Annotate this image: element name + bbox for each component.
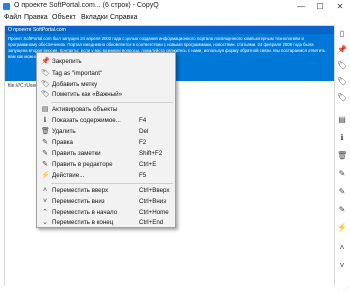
trash-icon[interactable]: 🗑: [337, 151, 347, 161]
double-chevron-up-icon: ⌃: [42, 209, 48, 216]
pen-icon[interactable]: ✎: [337, 205, 347, 215]
menu-item-action[interactable]: ⚡ Действие... F5: [37, 171, 175, 181]
minimize-button[interactable]: —: [294, 1, 308, 12]
menu-separator: [51, 102, 173, 103]
app-icon: [3, 3, 10, 10]
chevron-down-icon[interactable]: ˅: [337, 261, 347, 271]
menu-item-edit-notes[interactable]: ✎ Править заметки Shift+F2: [37, 149, 175, 159]
chevron-down-icon: ˅: [42, 198, 48, 205]
resize-grip-icon[interactable]: ⋰: [343, 287, 348, 293]
menu-bar: Файл Правка Объект Вкладки Справка: [0, 13, 350, 24]
tag-icon[interactable]: 🏷: [337, 61, 347, 71]
close-button[interactable]: ✕: [333, 1, 347, 12]
menu-item-edit-in-editor[interactable]: ✎ Править в редакторе Ctrl+E: [37, 160, 175, 170]
menu-item-move-top[interactable]: ⌃ Переместить в начало Ctrl+Home: [37, 208, 175, 218]
action-toolbar: ▯ 📌 🏷 🏷 🏷 ▤ ℹ 🗑 ✎ ✎ ✎ ⚡ ˄ ˅: [335, 25, 349, 287]
bolt-icon: ⚡: [41, 172, 50, 179]
tag-icon: 🏷: [41, 81, 50, 88]
menu-edit[interactable]: Правка: [24, 14, 48, 21]
pin-icon: 📌: [41, 58, 50, 65]
paste-icon[interactable]: ▤: [337, 115, 347, 125]
tag-icon[interactable]: 🏷: [337, 93, 347, 103]
tag-icon: 🏷: [41, 91, 50, 98]
pin-icon[interactable]: 📌: [337, 45, 347, 55]
edit-icon: ✎: [42, 139, 48, 146]
info-icon[interactable]: ℹ: [337, 133, 347, 143]
chevron-up-icon: ˄: [42, 187, 48, 194]
maximize-button[interactable]: ☐: [313, 1, 327, 12]
chevron-up-icon[interactable]: ˄: [337, 243, 347, 253]
list-item-title[interactable]: О проекте SoftPortal.com: [5, 26, 334, 34]
menu-help[interactable]: Справка: [110, 14, 137, 21]
menu-item-mark-important[interactable]: 🏷 Пометить как «Важный»: [37, 90, 175, 100]
menu-item-edit[interactable]: ✎ Правка F2: [37, 138, 175, 148]
menu-item-pin[interactable]: 📌 Закрепить: [37, 57, 175, 67]
menu-item[interactable]: Объект: [52, 14, 76, 21]
edit-icon[interactable]: ✎: [337, 169, 347, 179]
trash-icon: 🗑: [41, 128, 50, 135]
tag-icon[interactable]: 🏷: [337, 77, 347, 87]
menu-separator: [51, 183, 173, 184]
menu-item-show-content[interactable]: ℹ Показать содержимое... F4: [37, 116, 175, 126]
menu-item-add-tag[interactable]: 🏷 Добавить метку: [37, 80, 175, 90]
menu-tabs[interactable]: Вкладки: [81, 14, 108, 21]
double-chevron-down-icon: ⌄: [42, 219, 48, 226]
menu-item-tag-important[interactable]: 🏷 Tag as "important": [37, 69, 175, 79]
paste-icon: ▤: [41, 106, 49, 113]
file-icon[interactable]: ▯: [337, 29, 347, 39]
menu-file[interactable]: Файл: [4, 14, 21, 21]
menu-item-delete[interactable]: 🗑 Удалить Del: [37, 127, 175, 137]
status-bar: ⋰: [0, 286, 350, 294]
bolt-icon[interactable]: ⚡: [337, 223, 347, 233]
menu-item-move-down[interactable]: ˅ Переместить вниз Ctrl+Вниз: [37, 197, 175, 207]
menu-item-move-up[interactable]: ˄ Переместить вверх Ctrl+Вверх: [37, 186, 175, 196]
window-title: О проекте SoftPortal.com... (6 строк) - …: [14, 2, 159, 9]
menu-item-activate[interactable]: ▤ Активировать объекты: [37, 105, 175, 115]
title-bar: О проекте SoftPortal.com... (6 строк) - …: [0, 0, 350, 13]
context-menu: 📌 Закрепить 🏷 Tag as "important" 🏷 Добав…: [36, 52, 176, 228]
edit-icon[interactable]: ✎: [337, 187, 347, 197]
pen-icon: ✎: [42, 150, 48, 157]
edit-icon: ✎: [42, 161, 48, 168]
tag-icon: 🏷: [41, 70, 50, 77]
menu-item-move-bottom[interactable]: ⌄ Переместить в конец Ctrl+End: [37, 218, 175, 228]
info-icon: ℹ: [43, 117, 47, 124]
